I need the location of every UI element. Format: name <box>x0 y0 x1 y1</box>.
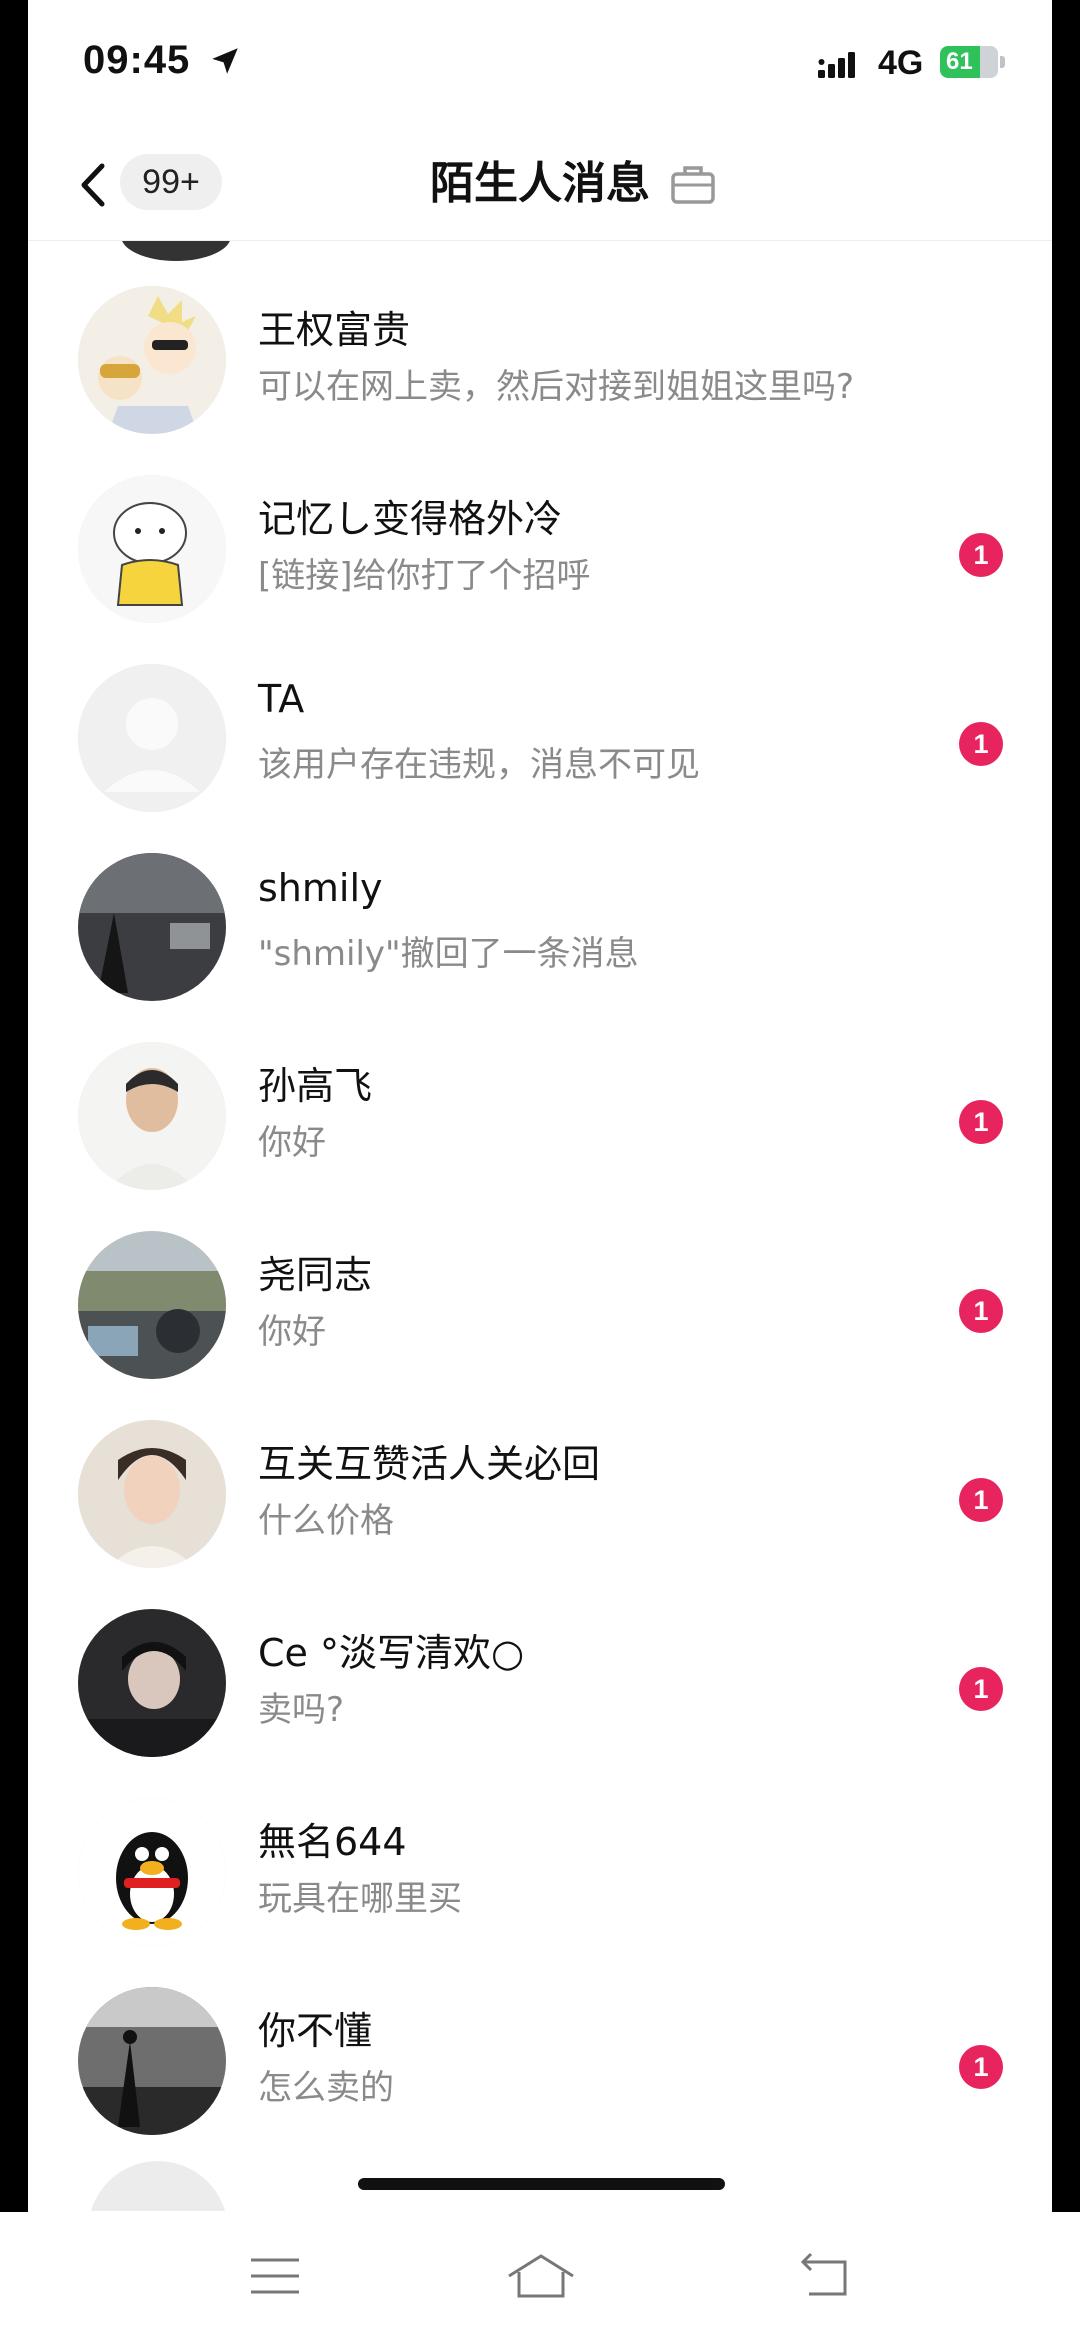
unread-badge: 1 <box>959 533 1003 577</box>
anime-dark-avatar <box>78 1609 226 1757</box>
contact-name: 孙高飞 <box>258 1064 373 1108</box>
unread-badge: 1 <box>959 2045 1003 2089</box>
unread-badge: 1 <box>959 1289 1003 1333</box>
cartoon-character-avatar <box>78 475 226 623</box>
portrait-photo-avatar <box>78 1042 226 1190</box>
outdoor-photo-avatar <box>78 1231 226 1379</box>
contact-name: 尧同志 <box>258 1253 373 1297</box>
conversation-item[interactable]: 王权富贵 可以在网上卖，然后对接到姐姐这里吗? <box>28 241 1052 434</box>
network-type: 4G <box>878 44 924 82</box>
portrait-photo-avatar <box>78 1420 226 1568</box>
conversation-item[interactable]: 尧同志 你好 1 <box>28 1186 1052 1379</box>
contact-name: 互关互赞活人关必回 <box>258 1442 601 1486</box>
message-preview: "shmily"撤回了一条消息 <box>258 934 639 974</box>
street-silhouette-avatar <box>78 1987 226 2135</box>
status-bar: 09:45 4G 61 <box>28 0 1052 130</box>
message-preview: 可以在网上卖，然后对接到姐姐这里吗? <box>258 367 855 407</box>
message-preview: 你好 <box>258 1312 326 1352</box>
message-preview: 怎么卖的 <box>258 2068 394 2108</box>
penguin-avatar <box>78 1798 226 1946</box>
battery-level: 61 <box>946 48 973 75</box>
default-user-avatar <box>78 664 226 812</box>
anime-couple-avatar <box>78 286 226 434</box>
contact-name: shmily <box>258 866 383 910</box>
message-preview: 该用户存在违规，消息不可见 <box>258 745 700 785</box>
contact-name: 记忆し变得格外冷 <box>258 497 563 541</box>
back-icon[interactable] <box>795 2250 855 2302</box>
phone-screen: 09:45 4G 61 99+ 陌生人消息 王权富贵 可以在网上卖，然后对接到姐… <box>28 0 1052 2340</box>
contact-name: TA <box>258 677 305 721</box>
home-indicator[interactable] <box>358 2178 725 2190</box>
battery-cap <box>1000 56 1005 68</box>
conversation-item[interactable]: 互关互赞活人关必回 什么价格 1 <box>28 1375 1052 1568</box>
message-preview: 你好 <box>258 1123 326 1163</box>
unread-badge: 1 <box>959 722 1003 766</box>
status-time: 09:45 <box>83 38 191 82</box>
conversation-item[interactable]: Ce °淡写清欢○ 卖吗? 1 <box>28 1564 1052 1757</box>
contact-name: Ce °淡写清欢○ <box>258 1631 525 1675</box>
conversation-item[interactable]: 记忆し变得格外冷 [链接]给你打了个招呼 1 <box>28 430 1052 623</box>
contact-name: 你不懂 <box>258 2009 373 2053</box>
conversation-item[interactable]: 你不懂 怎么卖的 1 <box>28 1942 1052 2135</box>
message-preview: 卖吗? <box>258 1690 345 1730</box>
menu-icon[interactable] <box>245 2250 305 2302</box>
briefcase-icon[interactable] <box>668 160 718 210</box>
signal-icon <box>818 52 855 78</box>
partial-avatar <box>88 2161 228 2211</box>
message-preview: 什么价格 <box>258 1501 394 1541</box>
system-nav-bar <box>0 2212 1080 2340</box>
dark-street-photo-avatar <box>78 853 226 1001</box>
contact-name: 王权富贵 <box>258 308 411 352</box>
conversation-item[interactable]: shmily "shmily"撤回了一条消息 <box>28 808 1052 1001</box>
battery-icon: 61 <box>940 46 998 78</box>
unread-badge: 1 <box>959 1100 1003 1144</box>
conversation-list[interactable]: 王权富贵 可以在网上卖，然后对接到姐姐这里吗? 记忆し变得格外冷 [链接]给你打… <box>28 241 1052 2211</box>
unread-badge: 1 <box>959 1478 1003 1522</box>
contact-name: 無名644 <box>258 1820 407 1864</box>
conversation-item[interactable]: TA 该用户存在违规，消息不可见 1 <box>28 619 1052 812</box>
location-arrow-icon <box>212 48 238 74</box>
unread-badge: 1 <box>959 1667 1003 1711</box>
nav-header: 99+ 陌生人消息 <box>28 130 1052 241</box>
message-preview: 玩具在哪里买 <box>258 1879 462 1919</box>
conversation-item[interactable]: 無名644 玩具在哪里买 <box>28 1753 1052 1946</box>
conversation-item[interactable]: 孙高飞 你好 1 <box>28 997 1052 1190</box>
page-title: 陌生人消息 <box>430 158 650 209</box>
home-icon[interactable] <box>505 2250 577 2302</box>
message-preview: [链接]给你打了个招呼 <box>258 556 591 596</box>
